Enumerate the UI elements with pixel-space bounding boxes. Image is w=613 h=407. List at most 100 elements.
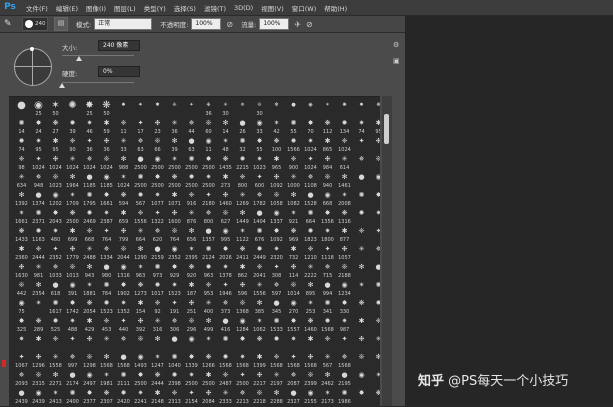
brush-preset-item[interactable]: ✵ 2213 bbox=[234, 388, 251, 406]
brush-preset-item[interactable]: ✹ 2215 bbox=[234, 154, 251, 172]
brush-preset-item[interactable]: ✺ bbox=[336, 100, 353, 118]
pressure-opacity-icon[interactable]: ⊘ bbox=[226, 20, 233, 29]
brush-preset-item[interactable]: ✦ 2500 bbox=[234, 370, 251, 388]
brush-preset-item[interactable]: ✷ 1568 bbox=[234, 352, 251, 370]
brush-preset-item[interactable]: ✶ 1661 bbox=[13, 208, 30, 226]
brush-preset-item[interactable]: ✳ 876 bbox=[183, 208, 200, 226]
brush-preset-item[interactable]: ❈ 2444 bbox=[30, 244, 47, 262]
brush-preset-item[interactable]: ✻ 14 bbox=[217, 118, 234, 136]
brush-preset-item[interactable]: ❈ 11 bbox=[115, 118, 132, 136]
brush-preset-item[interactable]: ✦ 764 bbox=[98, 226, 115, 244]
brush-preset-item[interactable]: ❋ bbox=[251, 334, 268, 352]
brush-preset-item[interactable]: ❋ 2054 bbox=[81, 298, 98, 316]
brush-preset-item[interactable]: ✸ 1557 bbox=[285, 316, 302, 334]
brush-preset-item[interactable]: ✻ bbox=[353, 262, 370, 280]
hardness-slider-thumb[interactable] bbox=[59, 83, 65, 88]
brush-preset-item[interactable]: ✻ 895 bbox=[302, 280, 319, 298]
brush-preset-item[interactable]: ✺ 1533 bbox=[268, 316, 285, 334]
brush-preset-item[interactable]: ❋ bbox=[353, 298, 370, 316]
preset-scrollbar[interactable] bbox=[382, 96, 392, 406]
brush-preset-item[interactable]: ✳ 1556 bbox=[251, 280, 268, 298]
brush-preset-item[interactable]: ✺ 1617 bbox=[47, 298, 64, 316]
brush-preset-item[interactable]: ✻ 1461 bbox=[336, 172, 353, 190]
brush-preset-item[interactable]: ✶ 2500 bbox=[166, 154, 183, 172]
brush-preset-item[interactable]: ✳ 2333 bbox=[217, 388, 234, 406]
brush-preset-item[interactable]: ✸ 2500 bbox=[132, 370, 149, 388]
brush-preset-item[interactable]: ✸ 1661 bbox=[98, 190, 115, 208]
brush-preset-item[interactable]: ● bbox=[353, 172, 370, 190]
brush-preset-item[interactable]: ❈ 1210 bbox=[302, 244, 319, 262]
brush-preset-item[interactable]: ✵ bbox=[353, 154, 370, 172]
brush-preset-item[interactable]: ❉ 1779 bbox=[64, 244, 81, 262]
brush-preset-item[interactable]: ✷ bbox=[285, 334, 302, 352]
brush-preset-item[interactable]: ✶ bbox=[200, 334, 217, 352]
brush-preset-item[interactable]: ● 1568 bbox=[115, 352, 132, 370]
brush-preset-item[interactable]: ● bbox=[166, 334, 183, 352]
brush-preset-item[interactable]: ● 980 bbox=[98, 262, 115, 280]
brush-preset-item[interactable]: ✸ 2043 bbox=[47, 208, 64, 226]
brush-preset-item[interactable]: ✱ 1399 bbox=[251, 352, 268, 370]
brush-preset-item[interactable]: ✷ 987 bbox=[336, 316, 353, 334]
brush-preset-item[interactable]: ✸ 1339 bbox=[183, 352, 200, 370]
brush-preset-item[interactable]: ✵ 620 bbox=[149, 226, 166, 244]
brush-preset-item[interactable]: ❋ 2500 bbox=[166, 172, 183, 190]
brush-preset-item[interactable]: ❋ 1435 bbox=[217, 154, 234, 172]
brush-preset-item[interactable]: ✺ bbox=[64, 100, 81, 118]
brush-preset-item[interactable]: ❊ bbox=[353, 352, 370, 370]
brush-preset-item[interactable]: ● bbox=[370, 262, 380, 280]
brush-preset-item[interactable]: ✱ 2500 bbox=[200, 370, 217, 388]
brush-preset-item[interactable]: ✶ 1981 bbox=[98, 370, 115, 388]
brush-preset-item[interactable]: ❋ 112 bbox=[319, 118, 336, 136]
brush-preset-item[interactable]: ❊ 940 bbox=[319, 172, 336, 190]
brush-preset-item[interactable]: ❋ 969 bbox=[285, 226, 302, 244]
brush-preset-item[interactable]: ✶ bbox=[30, 298, 47, 316]
brush-preset-item[interactable]: ✶ 42 bbox=[268, 118, 285, 136]
brush-preset-item[interactable]: ✺ 32 bbox=[234, 136, 251, 154]
brush-preset-item[interactable]: ❋ 2500 bbox=[64, 208, 81, 226]
menu-file[interactable]: 文件(F) bbox=[26, 3, 48, 13]
brush-preset-item[interactable]: ✱ 1071 bbox=[166, 190, 183, 208]
brush-preset-item[interactable]: ✱95 bbox=[370, 118, 380, 136]
brush-preset-item[interactable]: ❊ 60 bbox=[200, 118, 217, 136]
brush-preset-item[interactable]: ✻ bbox=[268, 100, 285, 118]
brush-preset-item[interactable]: ✳ 614 bbox=[336, 154, 353, 172]
brush-preset-item[interactable]: ✱ 877 bbox=[336, 226, 353, 244]
brush-preset-item[interactable]: ✱ 59 bbox=[98, 118, 115, 136]
brush-preset-item[interactable]: ✱ 732 bbox=[285, 244, 302, 262]
brush-preset-item[interactable]: ● 2327 bbox=[285, 388, 302, 406]
brush-preset-item[interactable]: ✦ 440 bbox=[115, 316, 132, 334]
brush-preset-item[interactable]: ✺ 1986 bbox=[336, 388, 353, 406]
brush-preset-item[interactable]: ✱ bbox=[302, 334, 319, 352]
brush-preset-item[interactable]: ✷ 1378 bbox=[217, 262, 234, 280]
brush-preset-item[interactable]: ❉ 1630 bbox=[13, 262, 30, 280]
brush-preset-item[interactable]: ✶ 48 bbox=[217, 136, 234, 154]
brush-preset-item[interactable]: ❉ bbox=[370, 136, 380, 154]
brush-preset-item[interactable]: ✶ 1122 bbox=[234, 226, 251, 244]
brush-preset-item[interactable]: ◉ bbox=[353, 370, 370, 388]
brush-preset-item[interactable]: ❈ 98 bbox=[13, 154, 30, 172]
brush-preset-item[interactable]: ✸ 55 bbox=[251, 136, 268, 154]
opacity-field[interactable]: 100% bbox=[191, 18, 222, 30]
brush-preset-item[interactable]: ✱ 154 bbox=[132, 298, 149, 316]
menu-image[interactable]: 图像(I) bbox=[86, 3, 106, 13]
brush-preset-item[interactable]: ❉ 392 bbox=[132, 316, 149, 334]
brush-preset-item[interactable]: ❋ 100 bbox=[268, 136, 285, 154]
brush-preset-item[interactable]: ❈ 90 bbox=[64, 136, 81, 154]
brush-preset-item[interactable]: ● 345 bbox=[268, 298, 285, 316]
brush-preset-item[interactable]: ◉ 2500 bbox=[149, 154, 166, 172]
brush-preset-item[interactable]: ◉ 25 bbox=[30, 100, 47, 118]
brush-preset-item[interactable]: ✻ 2288 bbox=[268, 388, 285, 406]
brush-preset-item[interactable]: ✦ 1118 bbox=[319, 244, 336, 262]
brush-preset-item[interactable]: ❋ 1316 bbox=[336, 208, 353, 226]
brush-preset-item[interactable]: ● 994 bbox=[319, 280, 336, 298]
brush-preset-item[interactable]: ✦ bbox=[64, 334, 81, 352]
brush-preset-item[interactable]: ✳ 634 bbox=[13, 172, 30, 190]
brush-preset-item[interactable]: ✸ 2500 bbox=[149, 172, 166, 190]
brush-preset-item[interactable]: ❉ 23 bbox=[149, 118, 166, 136]
brush-preset-item[interactable]: ✺ bbox=[353, 190, 370, 208]
brush-preset-item[interactable]: ✹ 1568 bbox=[217, 352, 234, 370]
brush-preset-item[interactable]: ✳ 567 bbox=[319, 352, 336, 370]
brush-preset-item[interactable]: ✷ 488 bbox=[64, 316, 81, 334]
brush-preset-item[interactable]: ✷ 74 bbox=[353, 118, 370, 136]
brush-preset-item[interactable]: ❈ bbox=[370, 316, 380, 334]
